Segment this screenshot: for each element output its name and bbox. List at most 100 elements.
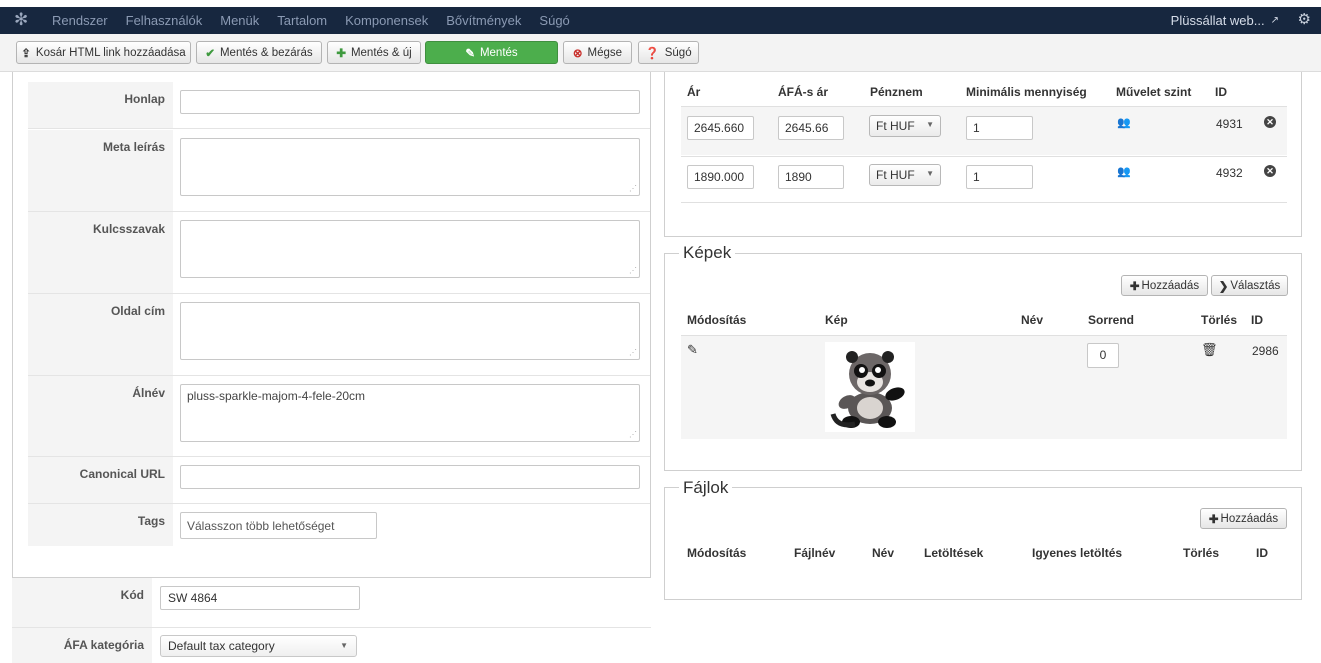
add-cart-link-button[interactable]: ⇪ Kosár HTML link hozzáadása (16, 41, 191, 64)
window-top-strip (0, 0, 1321, 7)
site-link[interactable]: Plüssállat web... ↗ (1171, 7, 1279, 34)
external-link-icon: ↗ (1270, 15, 1279, 26)
price-input[interactable]: 1890.000 (687, 165, 754, 189)
code-input[interactable]: SW 4864 (160, 586, 360, 610)
canonical-row: Canonical URL (28, 457, 650, 504)
save-new-label: Mentés & új (350, 46, 412, 59)
currency-select-value: Ft HUF (876, 168, 915, 182)
page-title-row: Oldal cím ⋰ (28, 294, 650, 376)
admin-menu: Rendszer Felhasználók Menük Tartalom Kom… (52, 7, 588, 34)
save-new-button[interactable]: ✚ Mentés & új (327, 41, 421, 64)
prices-panel: Ár ÁFÁ-s ár Pénznem Minimális mennyiség … (664, 72, 1302, 237)
plus-icon: ✚ (336, 47, 346, 60)
help-button[interactable]: ❓ Súgó (638, 41, 699, 64)
edit-header: Módosítás (687, 313, 747, 327)
image-header: Kép (825, 313, 848, 327)
vat-label: ÁFA kategória (12, 628, 152, 663)
product-thumbnail[interactable] (825, 342, 915, 432)
homepage-label: Honlap (28, 82, 173, 128)
resize-grip-icon[interactable]: ⋰ (629, 266, 637, 275)
price-id: 4932 (1216, 166, 1243, 180)
save-label: Mentés (479, 46, 518, 59)
choose-image-button[interactable]: ❯ Választás (1211, 275, 1288, 296)
trash-icon[interactable]: 🗑 (1201, 342, 1218, 358)
resize-grip-icon[interactable]: ⋰ (629, 184, 637, 193)
add-file-label: Hozzáadás (1220, 512, 1279, 525)
save-close-button[interactable]: ✔ Mentés & bezárás (196, 41, 322, 64)
cancel-button[interactable]: ⊗ Mégse (563, 41, 632, 64)
code-row: Kód SW 4864 (12, 578, 651, 628)
joomla-logo-icon[interactable]: ✻ (14, 11, 32, 29)
toolbar: ⇪ Kosár HTML link hozzáadása ✔ Mentés & … (0, 34, 1321, 72)
canonical-input[interactable] (180, 465, 640, 489)
delete-header: Törlés (1201, 313, 1238, 327)
upload-icon: ⇪ (21, 47, 31, 60)
menu-extensions[interactable]: Bővítmények (446, 13, 521, 28)
image-id: 2986 (1252, 344, 1279, 358)
remove-price-icon[interactable]: ✕ (1264, 165, 1276, 177)
images-legend: Képek (679, 243, 736, 263)
save-close-label: Mentés & bezárás (219, 46, 313, 59)
vat-row: ÁFA kategória Default tax category ▼ (12, 628, 651, 663)
currency-select[interactable]: Ft HUF ▼ (869, 164, 941, 186)
menu-system[interactable]: Rendszer (52, 13, 108, 28)
name-header: Név (1021, 313, 1044, 327)
menu-menus[interactable]: Menük (220, 13, 259, 28)
tags-label: Tags (28, 504, 173, 546)
add-file-button[interactable]: ✚ Hozzáadás (1200, 508, 1287, 529)
admin-navbar: ✻ Rendszer Felhasználók Menük Tartalom K… (0, 7, 1321, 34)
page-title-textarea[interactable]: ⋰ (180, 302, 640, 360)
currency-select[interactable]: Ft HUF ▼ (869, 115, 941, 137)
plus-icon: ✚ (1129, 280, 1140, 293)
help-label: Súgó (664, 46, 692, 59)
price-input[interactable]: 2645.660 (687, 116, 754, 140)
files-legend: Fájlok (679, 478, 733, 498)
remove-price-icon[interactable]: ✕ (1264, 116, 1276, 128)
gross-price-input[interactable]: 1890 (778, 165, 844, 189)
menu-content[interactable]: Tartalom (277, 13, 327, 28)
keywords-row: Kulcsszavak ⋰ (28, 212, 650, 294)
gear-icon[interactable]: ⚙ (1298, 10, 1311, 28)
tags-input[interactable]: Válasszon több lehetőséget (180, 512, 377, 539)
meta-desc-row: Meta leírás ⋰ (28, 130, 650, 212)
alias-label: Álnév (28, 376, 173, 456)
alias-row: Álnév pluss-sparkle-majom-4-fele-20cm ⋰ (28, 376, 650, 457)
gross-price-header: ÁFÁ-s ár (778, 85, 829, 99)
vat-select[interactable]: Default tax category ▼ (160, 635, 357, 657)
op-level-header: Művelet szint (1116, 85, 1192, 99)
order-header: Sorrend (1088, 313, 1135, 327)
min-qty-input[interactable]: 1 (966, 165, 1033, 189)
check-icon: ✔ (205, 47, 215, 60)
add-image-button[interactable]: ✚ Hozzáadás (1121, 275, 1208, 296)
free-download-header: Igyenes letöltés (1032, 546, 1123, 560)
resize-grip-icon[interactable]: ⋰ (629, 430, 637, 439)
price-header: Ár (687, 85, 701, 99)
keywords-textarea[interactable]: ⋰ (180, 220, 640, 278)
cancel-label: Mégse (587, 46, 623, 59)
alias-textarea[interactable]: pluss-sparkle-majom-4-fele-20cm ⋰ (180, 384, 640, 442)
users-group-icon[interactable]: 👥 (1117, 165, 1131, 178)
filename-header: Fájlnév (794, 546, 836, 560)
menu-components[interactable]: Komponensek (345, 13, 428, 28)
edit-icon: ✎ (465, 47, 475, 60)
resize-grip-icon[interactable]: ⋰ (629, 348, 637, 357)
image-row (681, 335, 1287, 439)
min-qty-input[interactable]: 1 (966, 116, 1033, 140)
edit-header: Módosítás (687, 546, 747, 560)
currency-select-value: Ft HUF (876, 119, 915, 133)
code-label: Kód (12, 578, 152, 627)
users-group-icon[interactable]: 👥 (1117, 116, 1131, 129)
homepage-row: Honlap (28, 82, 650, 129)
meta-desc-textarea[interactable]: ⋰ (180, 138, 640, 196)
menu-help[interactable]: Súgó (539, 13, 569, 28)
page-title-label: Oldal cím (28, 294, 173, 375)
seo-panel: Honlap Meta leírás ⋰ Kulcsszavak ⋰ Oldal… (12, 72, 651, 578)
gross-price-input[interactable]: 2645.66 (778, 116, 844, 140)
image-order-input[interactable]: 0 (1087, 343, 1119, 368)
question-icon: ❓ (645, 47, 660, 60)
delete-header: Törlés (1183, 546, 1220, 560)
homepage-input[interactable] (180, 90, 640, 114)
save-button[interactable]: ✎ Mentés (425, 41, 558, 64)
pencil-icon[interactable]: ✎ (687, 342, 698, 358)
menu-users[interactable]: Felhasználók (126, 13, 203, 28)
